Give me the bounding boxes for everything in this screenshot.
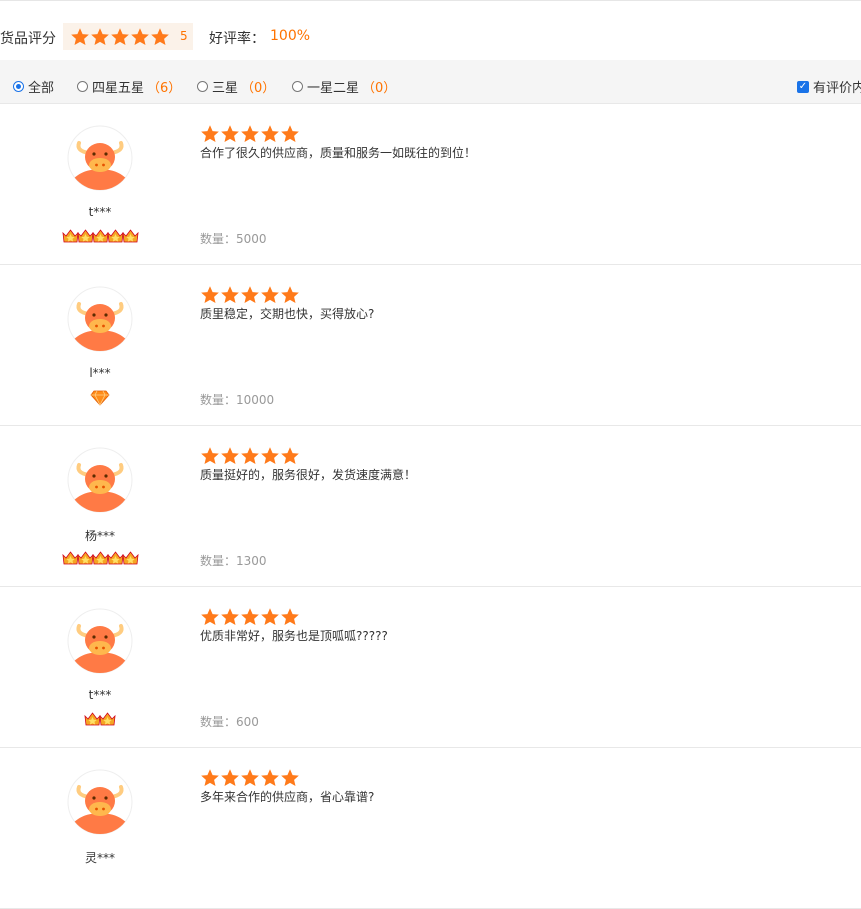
filter-three-label: 三星	[212, 81, 239, 96]
reviewer-name: t***	[88, 205, 112, 219]
filter-bar: 全部 四星五星 （6） 三星 （0） 一星二星 （0） ✓ 有评价内容	[0, 60, 861, 104]
filter-one-two-label: 一星二星	[307, 81, 360, 96]
star-icon	[150, 27, 170, 51]
avatar	[67, 447, 133, 513]
purchase-quantity: 数量：10000	[200, 393, 275, 407]
review-content: 合作了很久的供应商，质量和服务一如既往的到位！	[200, 146, 477, 160]
score-value: 5	[180, 29, 188, 43]
review-content: 优质非常好，服务也是顶呱呱?????	[200, 629, 388, 643]
radio-icon[interactable]	[197, 81, 208, 92]
purchase-quantity: 数量：1300	[200, 554, 267, 568]
buyer-level-badges	[0, 711, 200, 732]
review-content: 质里稳定，交期也快，买得放心?	[200, 307, 375, 321]
checkbox-checked-icon[interactable]: ✓	[797, 80, 809, 93]
score-label: 货品评分	[0, 31, 56, 47]
crown-badge-icon	[121, 550, 139, 571]
filter-all-label: 全部	[28, 81, 55, 96]
avatar	[67, 769, 133, 835]
top-divider	[0, 0, 861, 1]
review-content: 质量挺好的，服务很好，发货速度满意！	[200, 468, 417, 482]
score-summary: 货品评分 5 好评率： 100%	[0, 18, 861, 56]
purchase-quantity: 数量：5000	[200, 232, 267, 246]
radio-icon[interactable]	[292, 81, 303, 92]
has-content-label: 有评价内容	[813, 81, 861, 96]
review-item: 灵*** 多年来合作的供应商，省心靠谱?	[0, 748, 861, 909]
filter-one-two-count: （0）	[362, 81, 397, 96]
crown-badge-icon	[99, 711, 116, 732]
avatar	[67, 286, 133, 352]
crown-badge-icon	[121, 228, 139, 249]
score-stars	[70, 27, 170, 51]
filter-four-five-label: 四星五星	[92, 81, 145, 96]
purchase-quantity: 数量：600	[200, 715, 259, 729]
star-icon	[70, 27, 90, 51]
reviewer-name: t***	[88, 688, 112, 702]
has-content-checkbox[interactable]: ✓ 有评价内容	[797, 77, 861, 96]
buyer-level-badges	[0, 550, 200, 571]
review-item: l*** 质里稳定，交期也快，买得放心? 数量：10000	[0, 265, 861, 426]
filter-all[interactable]: 全部	[13, 77, 54, 96]
reviewer-name: 杨***	[84, 529, 115, 543]
positive-rate-label: 好评率：	[209, 31, 265, 47]
star-icon	[90, 27, 110, 51]
filter-four-five-star[interactable]: 四星五星 （6）	[77, 77, 181, 96]
positive-rate-value: 100%	[270, 28, 311, 44]
filter-three-count: （0）	[241, 81, 276, 96]
radio-icon[interactable]	[77, 81, 88, 92]
review-item: t*** 合作了很久的供应商，质量和服务一如既往的到位！ 数量：5000	[0, 104, 861, 265]
filter-four-five-count: （6）	[147, 81, 182, 96]
review-item: 杨*** 质量挺好的，服务很好，发货速度满意！ 数量：1300	[0, 426, 861, 587]
reviewer-name: 灵***	[84, 851, 115, 865]
radio-checked-icon[interactable]	[13, 81, 24, 92]
filter-one-two-star[interactable]: 一星二星 （0）	[292, 77, 396, 96]
filter-three-star[interactable]: 三星 （0）	[197, 77, 275, 96]
buyer-level-badges	[0, 389, 200, 410]
avatar	[67, 608, 133, 674]
star-icon	[110, 27, 130, 51]
avatar	[67, 125, 133, 191]
diamond-badge-icon	[90, 389, 110, 410]
buyer-level-badges	[0, 228, 200, 249]
review-item: t*** 优质非常好，服务也是顶呱呱????? 数量：600	[0, 587, 861, 748]
review-content: 多年来合作的供应商，省心靠谱?	[200, 790, 375, 804]
score-stars-box: 5	[63, 23, 193, 50]
reviewer-name: l***	[89, 366, 111, 380]
star-icon	[130, 27, 150, 51]
